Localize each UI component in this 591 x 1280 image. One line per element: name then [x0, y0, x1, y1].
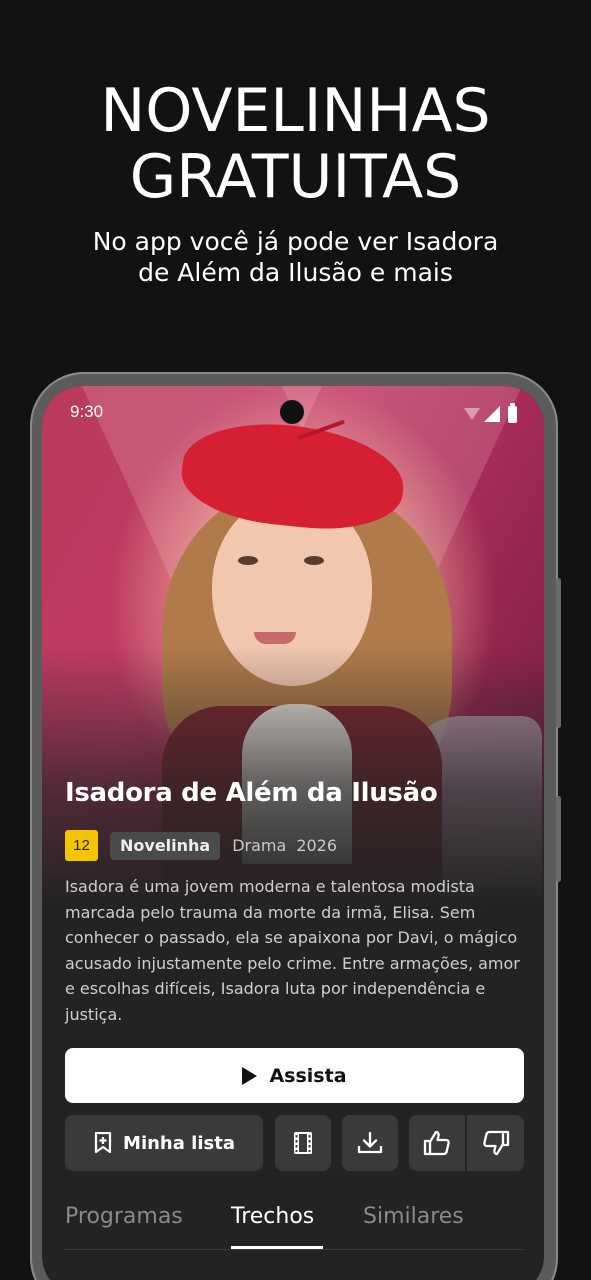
phone-power-button	[556, 578, 561, 728]
my-list-button[interactable]: Minha lista	[65, 1115, 263, 1171]
synopsis: Isadora é uma jovem moderna e talentosa …	[65, 877, 520, 1024]
age-rating-badge: 12	[65, 830, 98, 861]
promo-title-line2: GRATUITAS	[129, 142, 462, 212]
like-button[interactable]	[409, 1115, 465, 1171]
promo-title: NOVELINHAS GRATUITAS	[0, 78, 591, 210]
genre-chip: Novelinha	[110, 831, 221, 860]
year-text: 2026	[296, 836, 338, 855]
play-icon	[242, 1066, 258, 1085]
portrait-eye	[304, 556, 324, 565]
download-button[interactable]	[342, 1115, 398, 1171]
film-icon	[294, 1132, 312, 1154]
tab-similares[interactable]: Similares	[363, 1204, 464, 1229]
dislike-button[interactable]	[467, 1115, 524, 1171]
bookmark-plus-icon	[94, 1132, 112, 1154]
show-title: Isadora de Além da Ilusão	[65, 778, 438, 808]
content-tabs: Programas Trechos Similares	[65, 1198, 524, 1250]
front-camera	[280, 400, 304, 424]
tab-trechos[interactable]: Trechos	[231, 1204, 314, 1229]
trailer-button[interactable]	[275, 1115, 331, 1171]
hero-fade	[42, 646, 544, 906]
promo-subtitle-line1: No app você já pode ver Isadora	[92, 227, 499, 256]
promo-subtitle-line2: de Além da Ilusão e mais	[138, 258, 453, 287]
play-button-label: Assista	[269, 1064, 347, 1087]
meta-row: 12 Novelinha Drama 2026	[65, 830, 337, 861]
portrait-eye	[238, 556, 258, 565]
battery-icon	[508, 403, 517, 423]
hero-image	[42, 386, 544, 906]
signal-icon	[484, 406, 500, 422]
phone-volume-button	[556, 796, 561, 882]
promo-title-line1: NOVELINHAS	[100, 76, 491, 146]
play-button[interactable]: Assista	[65, 1048, 524, 1103]
phone-screen: 9:30 Isadora de Além da Ilusão 12 Noveli…	[42, 386, 544, 1280]
tab-programas[interactable]: Programas	[65, 1204, 183, 1229]
promo-subtitle: No app você já pode ver Isadora de Além …	[0, 226, 591, 288]
portrait-mouth	[254, 632, 296, 644]
status-bar: 9:30	[42, 386, 544, 438]
thumbs-down-icon	[482, 1130, 509, 1156]
wifi-icon	[464, 408, 480, 420]
active-tab-indicator	[231, 1246, 323, 1249]
status-time: 9:30	[70, 402, 104, 421]
thumbs-up-icon	[423, 1130, 450, 1156]
genre-text: Drama	[232, 836, 287, 855]
my-list-label: Minha lista	[123, 1132, 235, 1154]
download-icon	[357, 1131, 383, 1154]
